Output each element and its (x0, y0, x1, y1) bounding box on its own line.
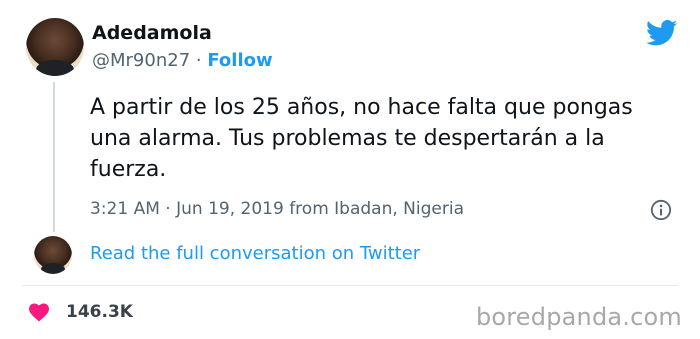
card-divider (22, 285, 678, 286)
twitter-bird-icon[interactable] (646, 20, 678, 46)
handle-separator: · (195, 50, 202, 71)
tweet-date[interactable]: Jun 19, 2019 (176, 199, 284, 219)
like-count[interactable]: 146.3K (66, 302, 133, 322)
tweet-body-text: A partir de los 25 años, no hace falta q… (90, 95, 633, 182)
follow-button[interactable]: Follow (207, 50, 272, 71)
tweet-time[interactable]: 3:21 AM (90, 199, 160, 219)
meta-separator: · (165, 199, 171, 219)
read-full-conversation-link[interactable]: Read the full conversation on Twitter (90, 243, 420, 264)
embedded-tweet-card: Adedamola @Mr90n27 · Follow A partir de … (0, 0, 700, 339)
author-display-name[interactable]: Adedamola (92, 22, 212, 44)
author-handle-row: @Mr90n27 · Follow (92, 50, 273, 71)
reply-avatar (34, 236, 72, 274)
thread-connector-line (53, 82, 55, 232)
info-icon[interactable] (650, 199, 672, 221)
tweet-location: from Ibadan, Nigeria (289, 199, 464, 219)
heart-icon[interactable] (28, 302, 50, 322)
author-handle[interactable]: @Mr90n27 (92, 50, 190, 71)
source-watermark: boredpanda.com (475, 303, 682, 331)
author-avatar[interactable] (26, 18, 84, 76)
tweet-metadata: 3:21 AM · Jun 19, 2019 from Ibadan, Nige… (90, 199, 464, 219)
